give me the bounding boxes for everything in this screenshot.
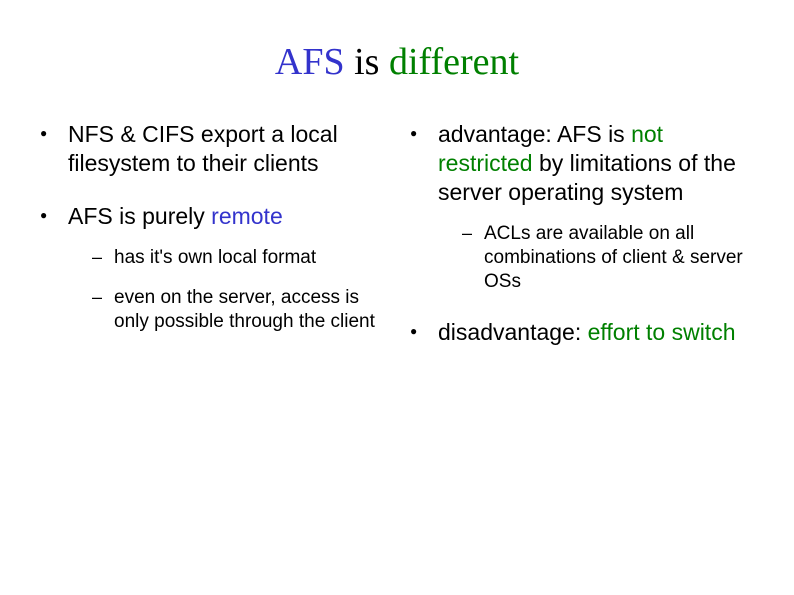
right-bullet-text-segment: disadvantage: <box>438 319 588 345</box>
right-bullet-text-segment: effort to switch <box>588 319 736 345</box>
title-segment: is <box>345 41 389 83</box>
left-sub-bullet: has it's own local format <box>92 246 384 270</box>
left-bullet: NFS & CIFS export a local filesystem to … <box>40 120 384 178</box>
left-bullet: AFS is purely remote has it's own local f… <box>40 202 384 334</box>
right-column: advantage: AFS is not restricted by limi… <box>410 120 754 370</box>
left-bullet-text-segment: AFS is purely <box>68 203 211 229</box>
right-sub-bullet: ACLs are available on all combinations o… <box>462 222 754 293</box>
left-bullet-text-segment: NFS & CIFS export a local filesystem to … <box>68 121 338 176</box>
slide-title: AFS is different <box>40 40 754 84</box>
right-list: advantage: AFS is not restricted by limi… <box>410 120 754 346</box>
left-sub-bullet-text-segment: even on the server, access is only possi… <box>114 287 375 332</box>
right-sub-list: ACLs are available on all combinations o… <box>438 222 754 293</box>
slide: AFS is different NFS & CIFS export a loc… <box>0 0 794 595</box>
title-segment: different <box>389 41 519 83</box>
right-sub-bullet-text-segment: ACLs are available on all combinations o… <box>484 223 743 292</box>
left-list: NFS & CIFS export a local filesystem to … <box>40 120 384 334</box>
left-bullet-text-segment: remote <box>211 203 283 229</box>
right-bullet-text-segment: advantage: AFS is <box>438 121 631 147</box>
slide-columns: NFS & CIFS export a local filesystem to … <box>40 120 754 370</box>
left-column: NFS & CIFS export a local filesystem to … <box>40 120 384 370</box>
left-sub-bullet-text-segment: has it's own local format <box>114 247 316 268</box>
left-sub-list: has it's own local format even on the ser… <box>68 246 384 333</box>
left-sub-bullet: even on the server, access is only possi… <box>92 286 384 334</box>
right-bullet: advantage: AFS is not restricted by limi… <box>410 120 754 294</box>
right-bullet: disadvantage: effort to switch <box>410 318 754 347</box>
title-segment: AFS <box>275 41 345 83</box>
